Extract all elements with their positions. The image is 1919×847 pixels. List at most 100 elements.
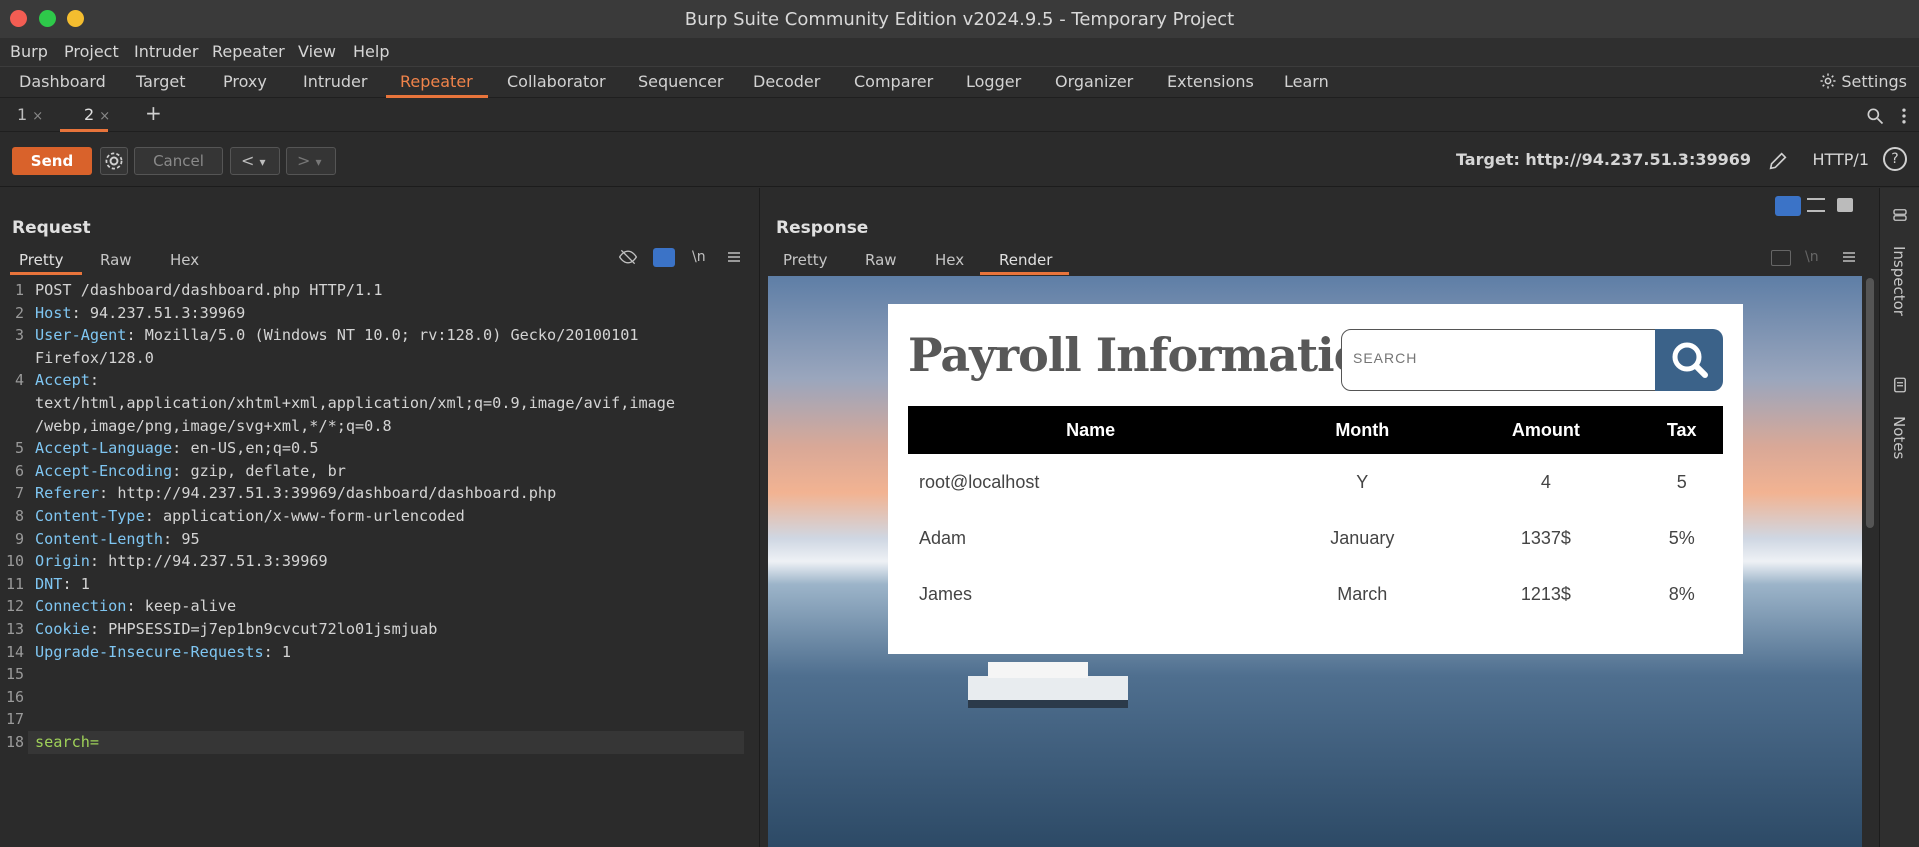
table-cell: Adam <box>919 527 967 548</box>
tab-extensions[interactable]: Extensions <box>1167 72 1254 91</box>
table-cell: Y <box>1356 471 1369 492</box>
menu-intruder[interactable]: Intruder <box>134 42 198 61</box>
table-cell: 5 <box>1676 471 1687 492</box>
edit-target-icon[interactable] <box>1767 150 1789 172</box>
table-cell: January <box>1330 527 1395 548</box>
send-button[interactable]: Send <box>12 147 92 175</box>
search-icon[interactable] <box>1865 106 1885 126</box>
repeater-tab-2[interactable]: 2 × <box>84 105 110 124</box>
cancel-button[interactable]: Cancel <box>134 147 223 175</box>
chevron-down-icon[interactable]: ▾ <box>260 155 266 169</box>
tab-collaborator[interactable]: Collaborator <box>507 72 606 91</box>
payroll-table: Name Month Amount Tax root@localhost Y 4… <box>908 406 1723 622</box>
tab-target[interactable]: Target <box>136 72 186 91</box>
response-tab-render[interactable]: Render <box>999 251 1052 269</box>
request-pane: Request Pretty Raw Hex \n 1 POST /dashboa… <box>0 188 760 847</box>
menu-icon[interactable] <box>1841 248 1857 266</box>
request-tab-pretty[interactable]: Pretty <box>19 251 64 269</box>
tool-tabs: Dashboard Target Proxy Intruder Repeater… <box>0 66 1919 98</box>
table-cell: 8% <box>1668 583 1695 604</box>
table-cell: James <box>919 583 973 604</box>
tab-repeater[interactable]: Repeater <box>400 72 473 91</box>
inspector-icon[interactable] <box>1891 206 1909 224</box>
help-icon[interactable]: ? <box>1883 147 1907 171</box>
settings-button[interactable]: Settings <box>1819 72 1907 91</box>
search-button[interactable] <box>1655 329 1723 391</box>
column-header: Name <box>908 406 1274 454</box>
table-cell: 5% <box>1668 527 1695 548</box>
table-row: root@localhost Y 4 5 <box>908 454 1723 510</box>
close-icon[interactable]: × <box>32 109 43 124</box>
menu-repeater[interactable]: Repeater <box>212 42 285 61</box>
request-tab-hex[interactable]: Hex <box>170 251 199 269</box>
forward-arrow-icon: > <box>297 151 311 170</box>
layout-single-icon[interactable] <box>1837 198 1853 212</box>
response-tab-hex[interactable]: Hex <box>935 251 964 269</box>
table-cell: 1337$ <box>1520 527 1571 548</box>
newline-toggle[interactable]: \n <box>692 249 706 265</box>
tab-dashboard[interactable]: Dashboard <box>19 72 106 91</box>
notes-tab[interactable]: Notes <box>1890 416 1908 459</box>
close-icon[interactable]: × <box>99 109 110 124</box>
response-title: Response <box>776 218 869 238</box>
chevron-down-icon[interactable]: ▾ <box>316 155 322 169</box>
rendered-response: Payroll Information Name Month Amount Ta… <box>768 276 1862 847</box>
tab-learn[interactable]: Learn <box>1284 72 1329 91</box>
page-heading: Payroll Information <box>908 328 1397 382</box>
more-options-icon[interactable] <box>1897 106 1911 126</box>
repeater-tab-label: 2 <box>84 105 95 124</box>
forward-button[interactable]: > ▾ <box>286 147 336 175</box>
target-url: Target: http://94.237.51.3:39969 <box>1455 150 1751 169</box>
tab-sequencer[interactable]: Sequencer <box>638 72 724 91</box>
response-active-tab-indicator <box>980 272 1069 275</box>
search-input[interactable] <box>1353 350 1633 366</box>
menu-view[interactable]: View <box>298 42 336 61</box>
table-cell: root@localhost <box>919 471 1040 492</box>
request-active-tab-indicator <box>10 272 82 275</box>
table-cell: 4 <box>1540 471 1551 492</box>
menu-project[interactable]: Project <box>64 42 119 61</box>
tab-proxy[interactable]: Proxy <box>223 72 267 91</box>
repeater-tab-1[interactable]: 1 × <box>17 105 43 124</box>
layout-split-icon[interactable] <box>1775 196 1801 216</box>
tab-decoder[interactable]: Decoder <box>753 72 820 91</box>
response-scrollbar[interactable] <box>1866 278 1874 528</box>
search-icon <box>1672 342 1708 378</box>
wrap-lines-icon[interactable] <box>653 248 675 267</box>
http-version[interactable]: HTTP/1 <box>1812 150 1869 169</box>
menu-help[interactable]: Help <box>353 42 389 61</box>
tab-logger[interactable]: Logger <box>966 72 1021 91</box>
back-button[interactable]: < ▾ <box>230 147 280 175</box>
tab-organizer[interactable]: Organizer <box>1055 72 1133 91</box>
notes-icon[interactable] <box>1891 376 1909 394</box>
request-title: Request <box>12 218 91 238</box>
add-tab-button[interactable]: + <box>145 101 162 125</box>
table-cell: 1213$ <box>1520 583 1571 604</box>
menu-bar: Burp Project Intruder Repeater View Help <box>0 38 1919 66</box>
menu-burp[interactable]: Burp <box>10 42 48 61</box>
response-tab-pretty[interactable]: Pretty <box>783 251 828 269</box>
menu-icon[interactable] <box>726 248 742 266</box>
window-title: Burp Suite Community Edition v2024.9.5 -… <box>684 9 1235 30</box>
inspector-tab[interactable]: Inspector <box>1890 246 1908 316</box>
right-sidebar: Inspector Notes <box>1879 188 1919 847</box>
title-bar: Burp Suite Community Edition v2024.9.5 -… <box>0 0 1919 38</box>
gear-icon <box>105 152 123 170</box>
tab-comparer[interactable]: Comparer <box>854 72 933 91</box>
response-tab-raw[interactable]: Raw <box>865 251 897 269</box>
wrap-lines-icon <box>1771 250 1791 266</box>
back-arrow-icon: < <box>241 151 255 170</box>
table-cell: March <box>1337 583 1388 604</box>
boat-image <box>968 662 1128 708</box>
repeater-toolbar: Send Cancel < ▾ > ▾ Target: http://94.23… <box>0 132 1919 187</box>
hide-icon[interactable] <box>618 247 638 267</box>
layout-stack-icon[interactable] <box>1807 198 1825 212</box>
tab-intruder[interactable]: Intruder <box>303 72 367 91</box>
column-header: Amount <box>1451 406 1641 454</box>
payroll-card: Payroll Information Name Month Amount Ta… <box>888 304 1743 654</box>
request-tab-raw[interactable]: Raw <box>100 251 132 269</box>
repeater-tabs: 1 × 2 × + <box>0 98 1919 132</box>
column-header: Month <box>1273 406 1452 454</box>
column-header: Tax <box>1640 406 1723 454</box>
request-settings-button[interactable] <box>100 147 128 175</box>
